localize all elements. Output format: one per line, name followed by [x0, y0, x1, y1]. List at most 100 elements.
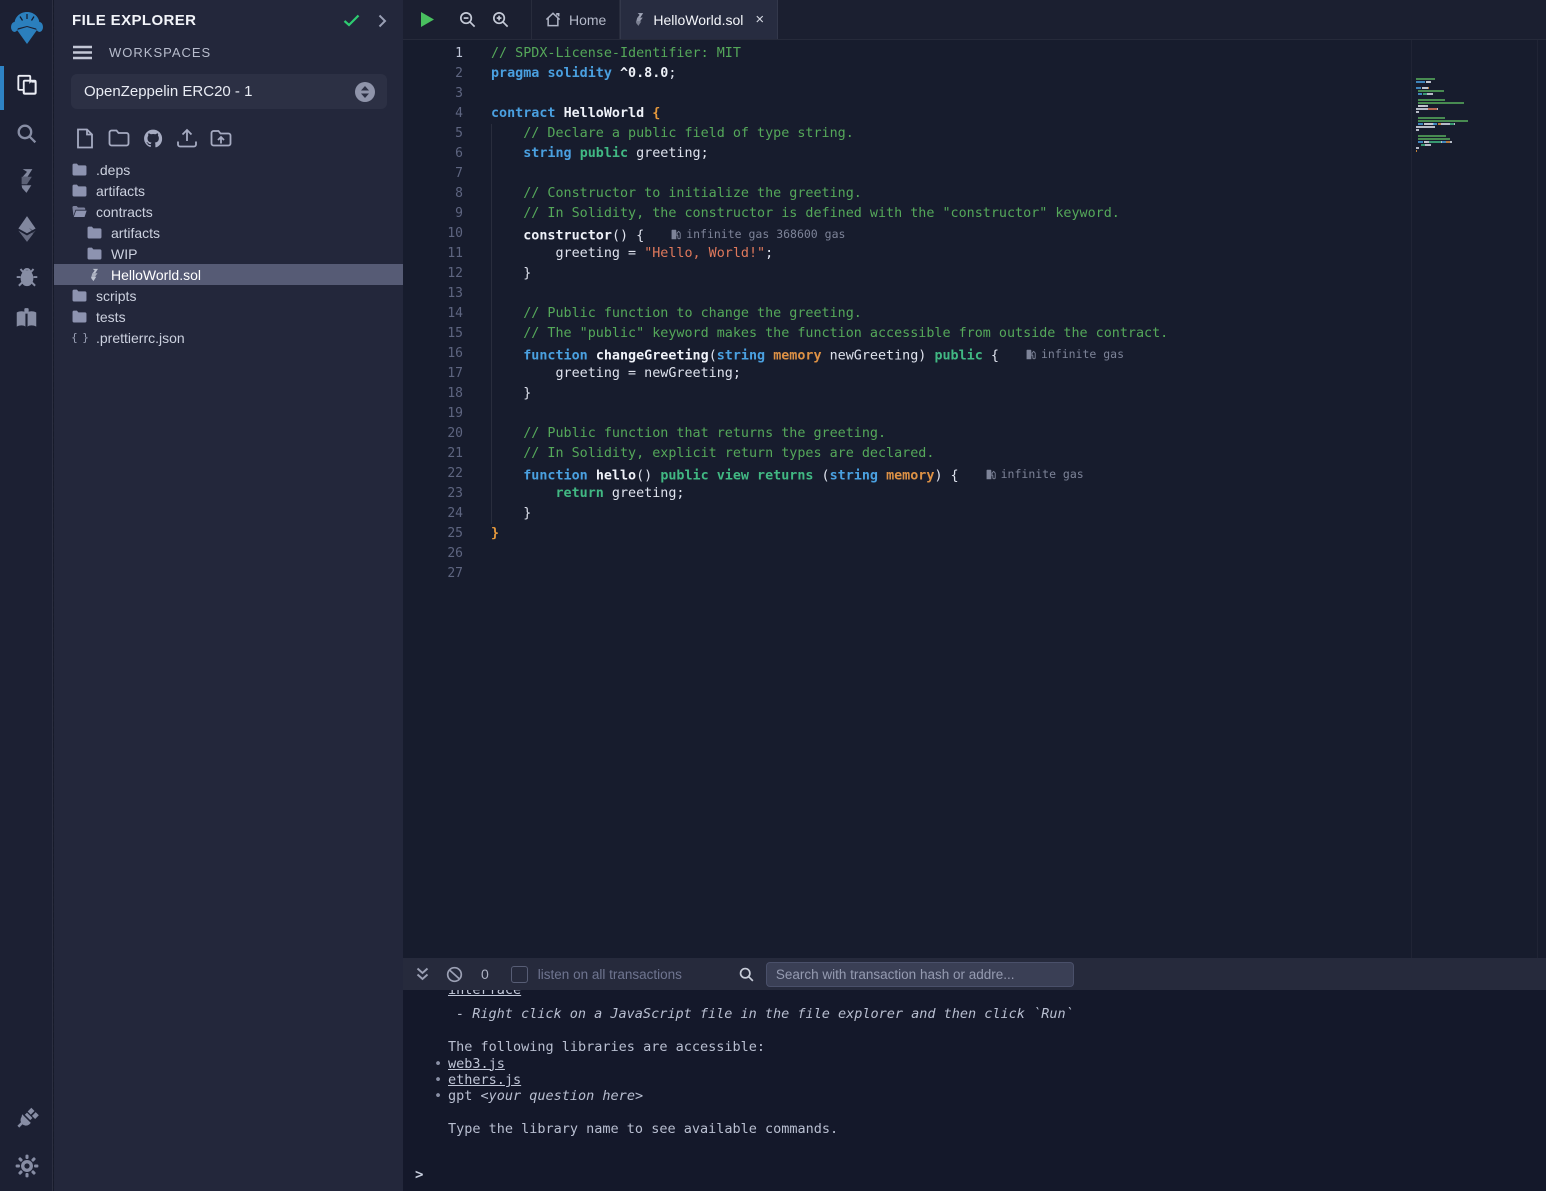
code-content[interactable]: // SPDX-License-Identifier: MITpragma so…: [491, 44, 1406, 584]
line-number: 6: [403, 144, 463, 164]
tab-home[interactable]: Home: [531, 0, 620, 39]
workspaces-menu-icon[interactable]: [72, 45, 93, 60]
code-line-9[interactable]: // In Solidity, the constructor is defin…: [491, 204, 1406, 224]
tree-item-contracts[interactable]: contracts: [54, 201, 403, 222]
search-icon[interactable]: [0, 121, 53, 146]
code-line-8[interactable]: // Constructor to initialize the greetin…: [491, 184, 1406, 204]
zoom-in-icon[interactable]: [484, 0, 517, 39]
tree-item-tests[interactable]: tests: [54, 306, 403, 327]
tab-helloworld-sol[interactable]: HelloWorld.sol ×: [620, 0, 778, 39]
line-number: 13: [403, 284, 463, 304]
line-number: 5: [403, 124, 463, 144]
code-line-26[interactable]: [491, 544, 1406, 564]
folder-open-icon: [72, 205, 87, 218]
code-line-12[interactable]: }: [491, 264, 1406, 284]
terminal-toolbar: 0 listen on all transactions: [403, 958, 1546, 990]
code-line-22[interactable]: function hello() public view returns (st…: [491, 464, 1406, 484]
settings-gear-icon[interactable]: [0, 1153, 53, 1179]
code-line-6[interactable]: string public greeting;: [491, 144, 1406, 164]
collapse-chevron-icon[interactable]: [378, 14, 387, 28]
editor-tab-bar: Home HelloWorld.sol ×: [403, 0, 1546, 40]
panel-title: FILE EXPLORER: [72, 12, 343, 29]
terminal-search-input[interactable]: [766, 962, 1074, 987]
code-line-13[interactable]: [491, 284, 1406, 304]
code-line-11[interactable]: greeting = "Hello, World!";: [491, 244, 1406, 264]
tree-item--deps[interactable]: .deps: [54, 159, 403, 180]
code-line-1[interactable]: // SPDX-License-Identifier: MIT: [491, 44, 1406, 64]
editor-right-boundary: [1537, 40, 1538, 958]
workspace-sort-icon[interactable]: [355, 82, 375, 102]
solidity-compiler-icon[interactable]: [0, 167, 53, 195]
code-line-25[interactable]: }: [491, 524, 1406, 544]
zoom-out-icon[interactable]: [451, 0, 484, 39]
tree-item-label: artifacts: [111, 225, 160, 241]
remix-logo-icon[interactable]: [0, 10, 53, 46]
line-number: 19: [403, 404, 463, 424]
solidity-file-icon: [634, 12, 645, 27]
line-number: 10: [403, 224, 463, 244]
debugger-icon[interactable]: [0, 263, 53, 289]
code-line-24[interactable]: }: [491, 504, 1406, 524]
editor-minimap[interactable]: [1416, 78, 1504, 159]
code-line-3[interactable]: [491, 84, 1406, 104]
file-explorer-toolbar: [54, 109, 403, 156]
code-line-4[interactable]: contract HelloWorld {: [491, 104, 1406, 124]
close-tab-icon[interactable]: ×: [755, 11, 764, 28]
braces-icon: { }: [72, 331, 87, 344]
code-line-7[interactable]: [491, 164, 1406, 184]
terminal-prompt[interactable]: >: [415, 1167, 423, 1183]
tree-item-scripts[interactable]: scripts: [54, 285, 403, 306]
workspace-select[interactable]: OpenZeppelin ERC20 - 1: [71, 74, 387, 109]
tree-item-label: tests: [96, 309, 126, 325]
gas-estimate-hint: infinite gas: [1025, 344, 1124, 364]
tab-home-label: Home: [569, 12, 606, 28]
code-line-5[interactable]: // Declare a public field of type string…: [491, 124, 1406, 144]
code-editor[interactable]: 1234567891011121314151617181920212223242…: [403, 40, 1546, 958]
code-line-19[interactable]: [491, 404, 1406, 424]
tree-item-label: contracts: [96, 204, 153, 220]
code-line-17[interactable]: greeting = newGreeting;: [491, 364, 1406, 384]
terminal-link-web3-js[interactable]: web3.js: [448, 1056, 505, 1072]
code-line-21[interactable]: // In Solidity, explicit return types ar…: [491, 444, 1406, 464]
terminal-line: [403, 1105, 1546, 1121]
line-number: 17: [403, 364, 463, 384]
upload-folder-icon[interactable]: [207, 126, 234, 150]
tree-item-artifacts[interactable]: artifacts: [54, 222, 403, 243]
code-line-23[interactable]: return greeting;: [491, 484, 1406, 504]
new-file-icon[interactable]: [71, 126, 98, 150]
new-folder-icon[interactable]: [105, 126, 132, 150]
deploy-and-run-icon[interactable]: [0, 215, 53, 243]
tree-item-helloworld-sol[interactable]: HelloWorld.sol: [54, 264, 403, 285]
github-clone-icon[interactable]: [139, 126, 166, 150]
expand-terminal-icon[interactable]: [416, 967, 429, 981]
upload-file-icon[interactable]: [173, 126, 200, 150]
code-line-10[interactable]: constructor() {infinite gas 368600 gas: [491, 224, 1406, 244]
line-number: 12: [403, 264, 463, 284]
terminal-line: [403, 1023, 1546, 1039]
run-script-icon[interactable]: [403, 0, 451, 39]
code-line-20[interactable]: // Public function that returns the gree…: [491, 424, 1406, 444]
plugin-manager-icon[interactable]: [0, 1105, 53, 1131]
file-explorer-icon[interactable]: [0, 72, 53, 98]
learneth-icon[interactable]: [0, 306, 53, 332]
tree-item-artifacts[interactable]: artifacts: [54, 180, 403, 201]
file-tree: .depsartifactscontractsartifactsWIPHello…: [54, 159, 403, 348]
tree-item-label: scripts: [96, 288, 136, 304]
terminal-output[interactable]: interface- Right click on a JavaScript f…: [403, 990, 1546, 1191]
editor-area: Home HelloWorld.sol × 123456789101112131…: [403, 0, 1546, 958]
check-icon[interactable]: [343, 14, 360, 27]
code-line-14[interactable]: // Public function to change the greetin…: [491, 304, 1406, 324]
terminal-link-ethers-js[interactable]: ethers.js: [448, 1072, 521, 1088]
gas-estimate-hint: infinite gas 368600 gas: [670, 224, 845, 244]
code-line-18[interactable]: }: [491, 384, 1406, 404]
tree-item--prettierrc-json[interactable]: { }.prettierrc.json: [54, 327, 403, 348]
line-number: 11: [403, 244, 463, 264]
tree-item-wip[interactable]: WIP: [54, 243, 403, 264]
clear-console-icon[interactable]: [446, 966, 463, 983]
code-line-27[interactable]: [491, 564, 1406, 584]
listen-transactions-checkbox[interactable]: [511, 966, 528, 983]
code-line-2[interactable]: pragma solidity ^0.8.0;: [491, 64, 1406, 84]
code-line-15[interactable]: // The "public" keyword makes the functi…: [491, 324, 1406, 344]
code-line-16[interactable]: function changeGreeting(string memory ne…: [491, 344, 1406, 364]
line-number: 14: [403, 304, 463, 324]
